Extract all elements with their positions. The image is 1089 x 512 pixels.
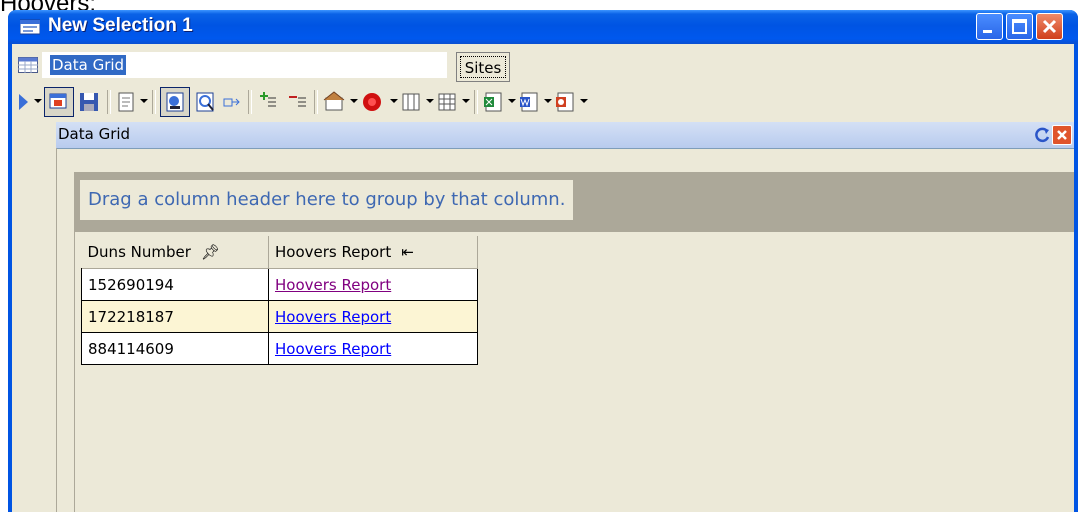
name-bar: Data Grid Sites	[12, 44, 1074, 82]
refresh-icon[interactable]	[1032, 125, 1052, 145]
duns-cell: 152690194	[81, 268, 269, 301]
toolbar-separator	[314, 90, 318, 114]
minimize-icon	[983, 30, 992, 33]
window-title: New Selection 1	[48, 15, 193, 36]
panel-header: Data Grid	[56, 122, 1074, 149]
copy-view-icon	[49, 93, 67, 109]
notepad-dropdown-arrow[interactable]	[140, 99, 148, 103]
column-header-duns[interactable]: Duns Number 📌︎	[81, 236, 269, 269]
word-dropdown-arrow[interactable]	[544, 99, 552, 103]
word-icon[interactable]	[518, 88, 540, 116]
toolbar-separator	[107, 90, 111, 114]
column-header-report[interactable]: Hoovers Report ⇤	[268, 236, 478, 269]
add-column-icon[interactable]	[256, 88, 278, 116]
window-icon	[20, 19, 40, 35]
excel-icon[interactable]	[482, 88, 504, 116]
maximize-icon	[1012, 19, 1027, 34]
notepad-icon[interactable]	[116, 88, 136, 116]
report-cell: Hoovers Report	[268, 300, 478, 333]
hoovers-report-link[interactable]: Hoovers Report	[275, 308, 391, 326]
selection-name-value: Data Grid	[50, 55, 127, 75]
grid-area: Duns Number 📌︎ Hoovers Report ⇤ 152690194 …	[74, 232, 1074, 512]
table-row[interactable]: 172218187 Hoovers Report	[81, 300, 478, 333]
minimize-button[interactable]	[976, 13, 1003, 40]
column-header-label: Duns Number	[87, 243, 191, 261]
grid-view-icon	[18, 57, 38, 73]
run-icon[interactable]	[16, 88, 30, 116]
report-icon	[166, 92, 184, 112]
report-search-icon[interactable]	[194, 88, 216, 116]
sites-button[interactable]: Sites	[456, 52, 510, 82]
close-icon	[1057, 130, 1067, 140]
panel-close-button[interactable]	[1052, 125, 1072, 145]
save-icon[interactable]	[78, 88, 100, 116]
data-table: Duns Number 📌︎ Hoovers Report ⇤ 152690194 …	[81, 236, 478, 365]
remove-column-icon[interactable]	[286, 88, 308, 116]
report-cell: Hoovers Report	[268, 332, 478, 365]
properties-icon[interactable]	[322, 88, 346, 116]
table-row[interactable]: 884114609 Hoovers Report	[81, 332, 478, 365]
columns-dropdown-arrow[interactable]	[426, 99, 434, 103]
client-area: Data Grid Sites Data Grid Drag a column …	[12, 44, 1074, 512]
panel-title: Data Grid	[58, 125, 131, 143]
data-grid-panel: Data Grid Drag a column header here to g…	[56, 122, 1074, 512]
title-bar[interactable]: New Selection 1	[8, 10, 1078, 44]
hoovers-report-link[interactable]: Hoovers Report	[275, 276, 391, 294]
duns-cell: 884114609	[81, 332, 269, 365]
app-window: New Selection 1 Data Grid Sites Data Gri…	[8, 10, 1078, 512]
toolbar-separator	[474, 90, 478, 114]
toolbar-separator	[152, 90, 156, 114]
hoovers-report-link[interactable]: Hoovers Report	[275, 340, 391, 358]
close-button[interactable]	[1036, 13, 1063, 40]
powerpoint-dropdown-arrow[interactable]	[580, 99, 588, 103]
columns-icon[interactable]	[400, 88, 422, 116]
table-row[interactable]: 152690194 Hoovers Report	[81, 268, 478, 301]
report-cell: Hoovers Report	[268, 268, 478, 301]
properties-dropdown-arrow[interactable]	[350, 99, 358, 103]
excel-dropdown-arrow[interactable]	[508, 99, 516, 103]
export-icon[interactable]	[222, 88, 242, 116]
selection-name-input[interactable]: Data Grid	[42, 52, 447, 78]
powerpoint-icon[interactable]	[554, 88, 576, 116]
group-by-zone[interactable]: Drag a column header here to group by th…	[74, 172, 1074, 232]
stop-icon[interactable]	[360, 88, 384, 116]
close-icon	[1042, 19, 1057, 34]
run-dropdown-arrow[interactable]	[34, 99, 42, 103]
pin-icon[interactable]: 📌︎	[201, 243, 220, 261]
table-icon[interactable]	[436, 88, 458, 116]
panel-left-border	[56, 148, 57, 512]
sites-button-label: Sites	[460, 56, 506, 78]
stop-dropdown-arrow[interactable]	[390, 99, 398, 103]
toolbar-separator	[248, 90, 252, 114]
unpin-icon[interactable]: ⇤	[401, 243, 415, 261]
table-dropdown-arrow[interactable]	[462, 99, 470, 103]
group-by-hint: Drag a column header here to group by th…	[80, 180, 574, 220]
column-header-label: Hoovers Report	[275, 243, 392, 261]
duns-cell: 172218187	[81, 300, 269, 333]
maximize-button[interactable]	[1006, 13, 1033, 40]
toolbar	[12, 84, 1074, 120]
